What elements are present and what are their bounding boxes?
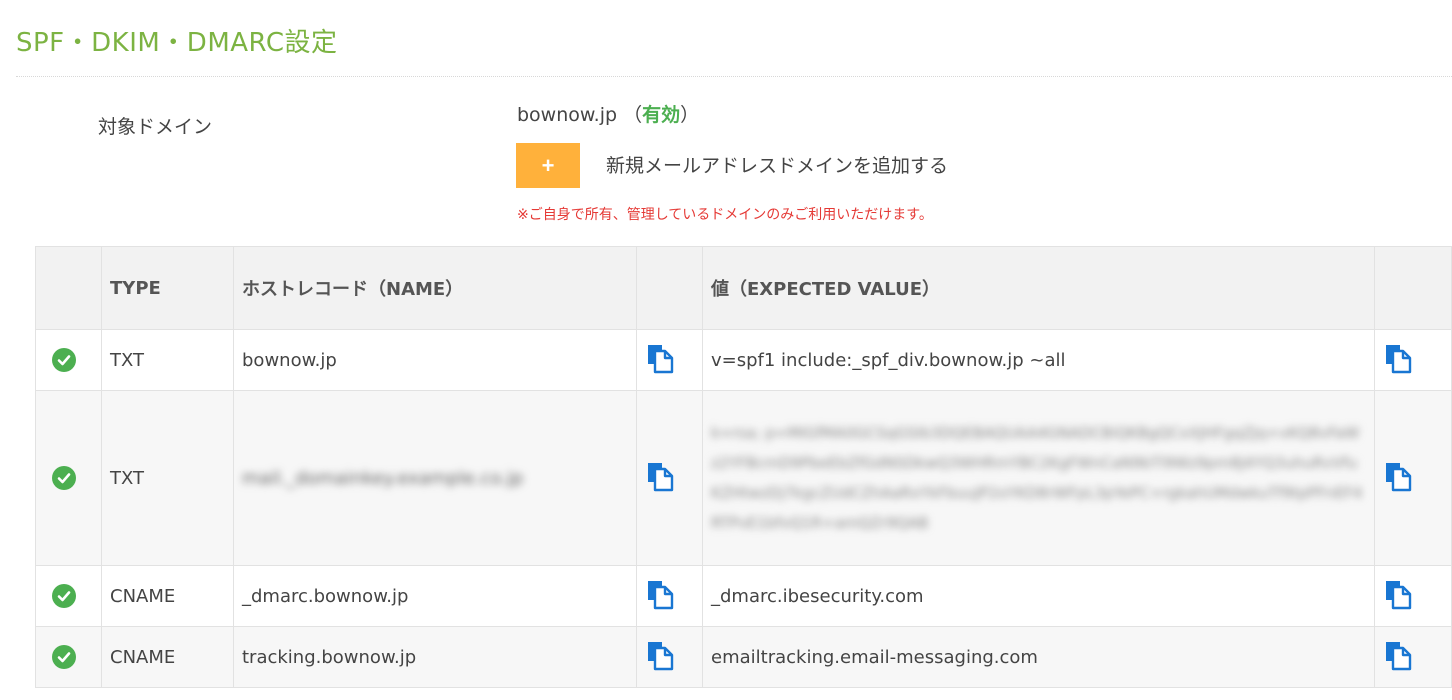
copy-icon[interactable] xyxy=(645,578,677,610)
copy-icon[interactable] xyxy=(645,342,677,374)
copy-icon[interactable] xyxy=(645,460,677,492)
header-status xyxy=(35,246,102,330)
type-cell: CNAME xyxy=(101,565,234,627)
target-domain-label: 対象ドメイン xyxy=(98,116,213,138)
type-cell: TXT xyxy=(101,329,234,391)
check-circle-icon xyxy=(52,584,76,608)
status-cell xyxy=(35,626,102,688)
type-cell: TXT xyxy=(101,390,234,566)
ownership-notice: ※ご自身で所有、管理しているドメインのみご利用いただけます。 xyxy=(517,207,933,223)
host-cell: tracking.bownow.jp xyxy=(233,626,637,688)
copy-value-cell xyxy=(1374,390,1452,566)
check-circle-icon xyxy=(52,348,76,372)
add-domain-button[interactable]: + xyxy=(516,143,580,188)
domain-status: 有効 xyxy=(642,104,681,126)
value-cell: v=spf1 include:_spf_div.bownow.jp ~all xyxy=(702,329,1375,391)
header-host: ホストレコード（NAME） xyxy=(233,246,637,330)
table-row: CNAME _dmarc.bownow.jp _dmarc.ibesecurit… xyxy=(35,565,1452,627)
host-cell: bownow.jp xyxy=(233,329,637,391)
status-cell xyxy=(35,329,102,391)
blurred-host: mail._domainkey.example.co.jp xyxy=(242,467,524,489)
status-cell xyxy=(35,565,102,627)
table-header-row: TYPE ホストレコード（NAME） 値（EXPECTED VALUE） xyxy=(35,246,1452,330)
type-cell: CNAME xyxy=(101,626,234,688)
value-cell: k=rsa; p=MIGfMA0GCSqGSIb3DQEBAQUAA4GNADC… xyxy=(702,390,1375,566)
check-circle-icon xyxy=(52,645,76,669)
copy-value-cell xyxy=(1374,329,1452,391)
copy-icon[interactable] xyxy=(1383,460,1415,492)
title-divider xyxy=(16,76,1452,77)
host-cell: mail._domainkey.example.co.jp xyxy=(233,390,637,566)
copy-icon[interactable] xyxy=(1383,342,1415,374)
domain-status-open: （ xyxy=(617,104,643,126)
blurred-value: k=rsa; p=MIGfMA0GCSqGSIb3DQEBAQUAA4GNADC… xyxy=(711,424,1363,532)
domain-status-close: ） xyxy=(680,104,700,126)
domain-name: bownow.jp xyxy=(517,104,618,126)
table-row: CNAME tracking.bownow.jp emailtracking.e… xyxy=(35,626,1452,688)
table-row: TXT bownow.jp v=spf1 include:_spf_div.bo… xyxy=(35,329,1452,391)
add-domain-label[interactable]: 新規メールアドレスドメインを追加する xyxy=(606,151,948,178)
copy-value-cell xyxy=(1374,626,1452,688)
header-value: 値（EXPECTED VALUE） xyxy=(702,246,1375,330)
copy-icon[interactable] xyxy=(1383,578,1415,610)
target-domain: bownow.jp （有効） xyxy=(517,100,699,127)
copy-host-cell xyxy=(636,329,703,391)
value-cell: emailtracking.email-messaging.com xyxy=(702,626,1375,688)
header-type: TYPE xyxy=(101,246,234,330)
copy-host-cell xyxy=(636,626,703,688)
copy-icon[interactable] xyxy=(1383,639,1415,671)
table-row: TXT mail._domainkey.example.co.jp k=rsa;… xyxy=(35,390,1452,566)
copy-icon[interactable] xyxy=(645,639,677,671)
check-circle-icon xyxy=(52,466,76,490)
host-cell: _dmarc.bownow.jp xyxy=(233,565,637,627)
status-cell xyxy=(35,390,102,566)
page-title: SPF・DKIM・DMARC設定 xyxy=(16,28,338,58)
copy-value-cell xyxy=(1374,565,1452,627)
header-value-copy xyxy=(1374,246,1452,330)
value-cell: _dmarc.ibesecurity.com xyxy=(702,565,1375,627)
header-host-copy xyxy=(636,246,703,330)
copy-host-cell xyxy=(636,390,703,566)
copy-host-cell xyxy=(636,565,703,627)
dns-records-table: TYPE ホストレコード（NAME） 値（EXPECTED VALUE） TXT… xyxy=(35,246,1452,688)
